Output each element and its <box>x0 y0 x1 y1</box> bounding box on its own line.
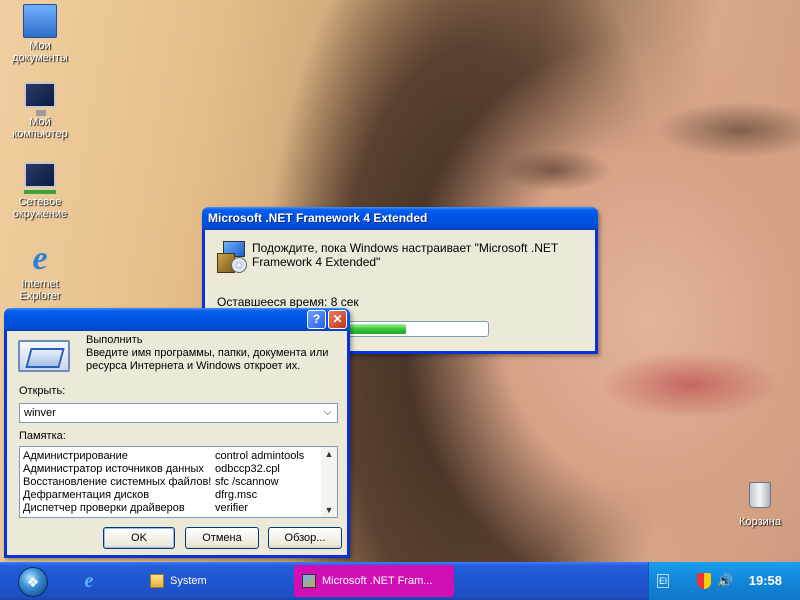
desktop-icon-label: Мой компьютер <box>12 116 68 140</box>
desktop-icon-my-documents[interactable]: Мои документы <box>4 4 76 64</box>
desktop-icon-network[interactable]: Сетевое окружение <box>4 162 76 220</box>
desktop-icon-label: Мои документы <box>12 40 68 64</box>
list-item[interactable]: Диспетчер проверки драйверов verifier <box>20 502 337 515</box>
memo-item-command: control admintools <box>215 450 305 462</box>
ok-button[interactable]: OK <box>103 527 175 549</box>
chevron-down-icon[interactable]: ⌵ <box>320 405 335 421</box>
memo-item-command: verifier <box>215 502 249 514</box>
start-button[interactable]: ❖ <box>18 567 48 597</box>
my-documents-icon <box>23 4 57 38</box>
net-dialog-titlebar[interactable]: Microsoft .NET Framework 4 Extended <box>202 207 598 230</box>
memo-list[interactable]: Администрирование control admintools Адм… <box>19 446 338 518</box>
memo-label: Памятка: <box>19 430 66 442</box>
system-tray: El 🔊 19:58 <box>648 562 800 600</box>
net-dialog-message: Подождите, пока Windows настраивает "Mic… <box>252 241 558 269</box>
run-dialog: ? ✕ Выполнить Введите имя программы, пап… <box>4 308 350 558</box>
folder-icon <box>150 574 164 588</box>
taskbar-button-system[interactable]: System <box>142 565 292 597</box>
network-places-icon <box>24 162 56 194</box>
close-button[interactable]: ✕ <box>328 310 347 329</box>
desktop-icon-recycle-bin[interactable]: Корзина <box>724 482 796 528</box>
memo-item-name: Восстановление системных файлов! <box>23 476 212 488</box>
memo-item-name: Диспетчер проверки драйверов <box>23 502 185 514</box>
memo-item-name: Администратор источников данных <box>23 463 204 475</box>
list-item[interactable]: Дефрагментация дисков dfrg.msc <box>20 489 337 502</box>
open-label: Открыть: <box>19 385 66 397</box>
run-dialog-titlebar[interactable]: ? ✕ <box>4 308 350 331</box>
memo-item-name: Администрирование <box>23 450 128 462</box>
recycle-bin-icon <box>749 482 771 508</box>
memo-item-name: Дефрагментация дисков <box>23 489 150 501</box>
open-input-value[interactable]: winver <box>24 407 56 419</box>
memo-item-command: dfrg.msc <box>215 489 258 501</box>
taskbar: ❖ e System Microsoft .NET Fram... El 🔊 1… <box>0 562 800 600</box>
open-combobox[interactable]: winver ⌵ <box>19 403 338 423</box>
installer-icon <box>302 574 316 588</box>
list-item[interactable]: Администратор источников данных odbccp32… <box>20 463 337 476</box>
desktop-icon-label: Корзина <box>739 516 781 528</box>
run-description-text: Введите имя программы, папки, документа … <box>86 347 329 372</box>
scroll-down-icon[interactable]: ▼ <box>321 503 337 517</box>
scroll-up-icon[interactable]: ▲ <box>321 447 337 461</box>
language-indicator[interactable]: El <box>657 574 669 588</box>
memo-item-command: sfc /scannow <box>215 476 279 488</box>
security-shield-icon[interactable] <box>697 573 711 589</box>
cancel-button[interactable]: Отмена <box>185 527 259 549</box>
desktop-icon-label: Сетевое окружение <box>12 196 68 220</box>
run-icon <box>18 340 70 372</box>
run-description: Выполнить Введите имя программы, папки, … <box>86 334 346 373</box>
list-item[interactable]: Администрирование control admintools <box>20 450 337 463</box>
memo-item-command: odbccp32.cpl <box>215 463 280 475</box>
memo-scrollbar[interactable]: ▲ ▼ <box>321 447 337 517</box>
task-label: Microsoft .NET Fram... <box>322 575 433 587</box>
desktop-icon-ie[interactable]: e Internet Explorer <box>4 240 76 303</box>
internet-explorer-icon: e <box>32 240 48 277</box>
run-title: Выполнить <box>86 334 143 346</box>
task-label: System <box>170 575 207 587</box>
list-item[interactable]: Восстановление системных файлов! sfc /sc… <box>20 476 337 489</box>
clock[interactable]: 19:58 <box>749 562 782 600</box>
my-computer-icon <box>24 82 56 116</box>
quicklaunch-ie-icon[interactable]: e <box>78 570 100 592</box>
desktop-icon-label: Internet Explorer <box>19 278 61 302</box>
installer-icon <box>217 241 249 273</box>
taskbar-button-net[interactable]: Microsoft .NET Fram... <box>294 565 454 597</box>
browse-button[interactable]: Обзор... <box>268 527 342 549</box>
help-button[interactable]: ? <box>307 310 326 329</box>
desktop-icon-my-computer[interactable]: Мой компьютер <box>4 82 76 140</box>
time-remaining-text: Оставшееся время: 8 сек <box>217 295 359 309</box>
volume-icon[interactable]: 🔊 <box>717 574 733 588</box>
